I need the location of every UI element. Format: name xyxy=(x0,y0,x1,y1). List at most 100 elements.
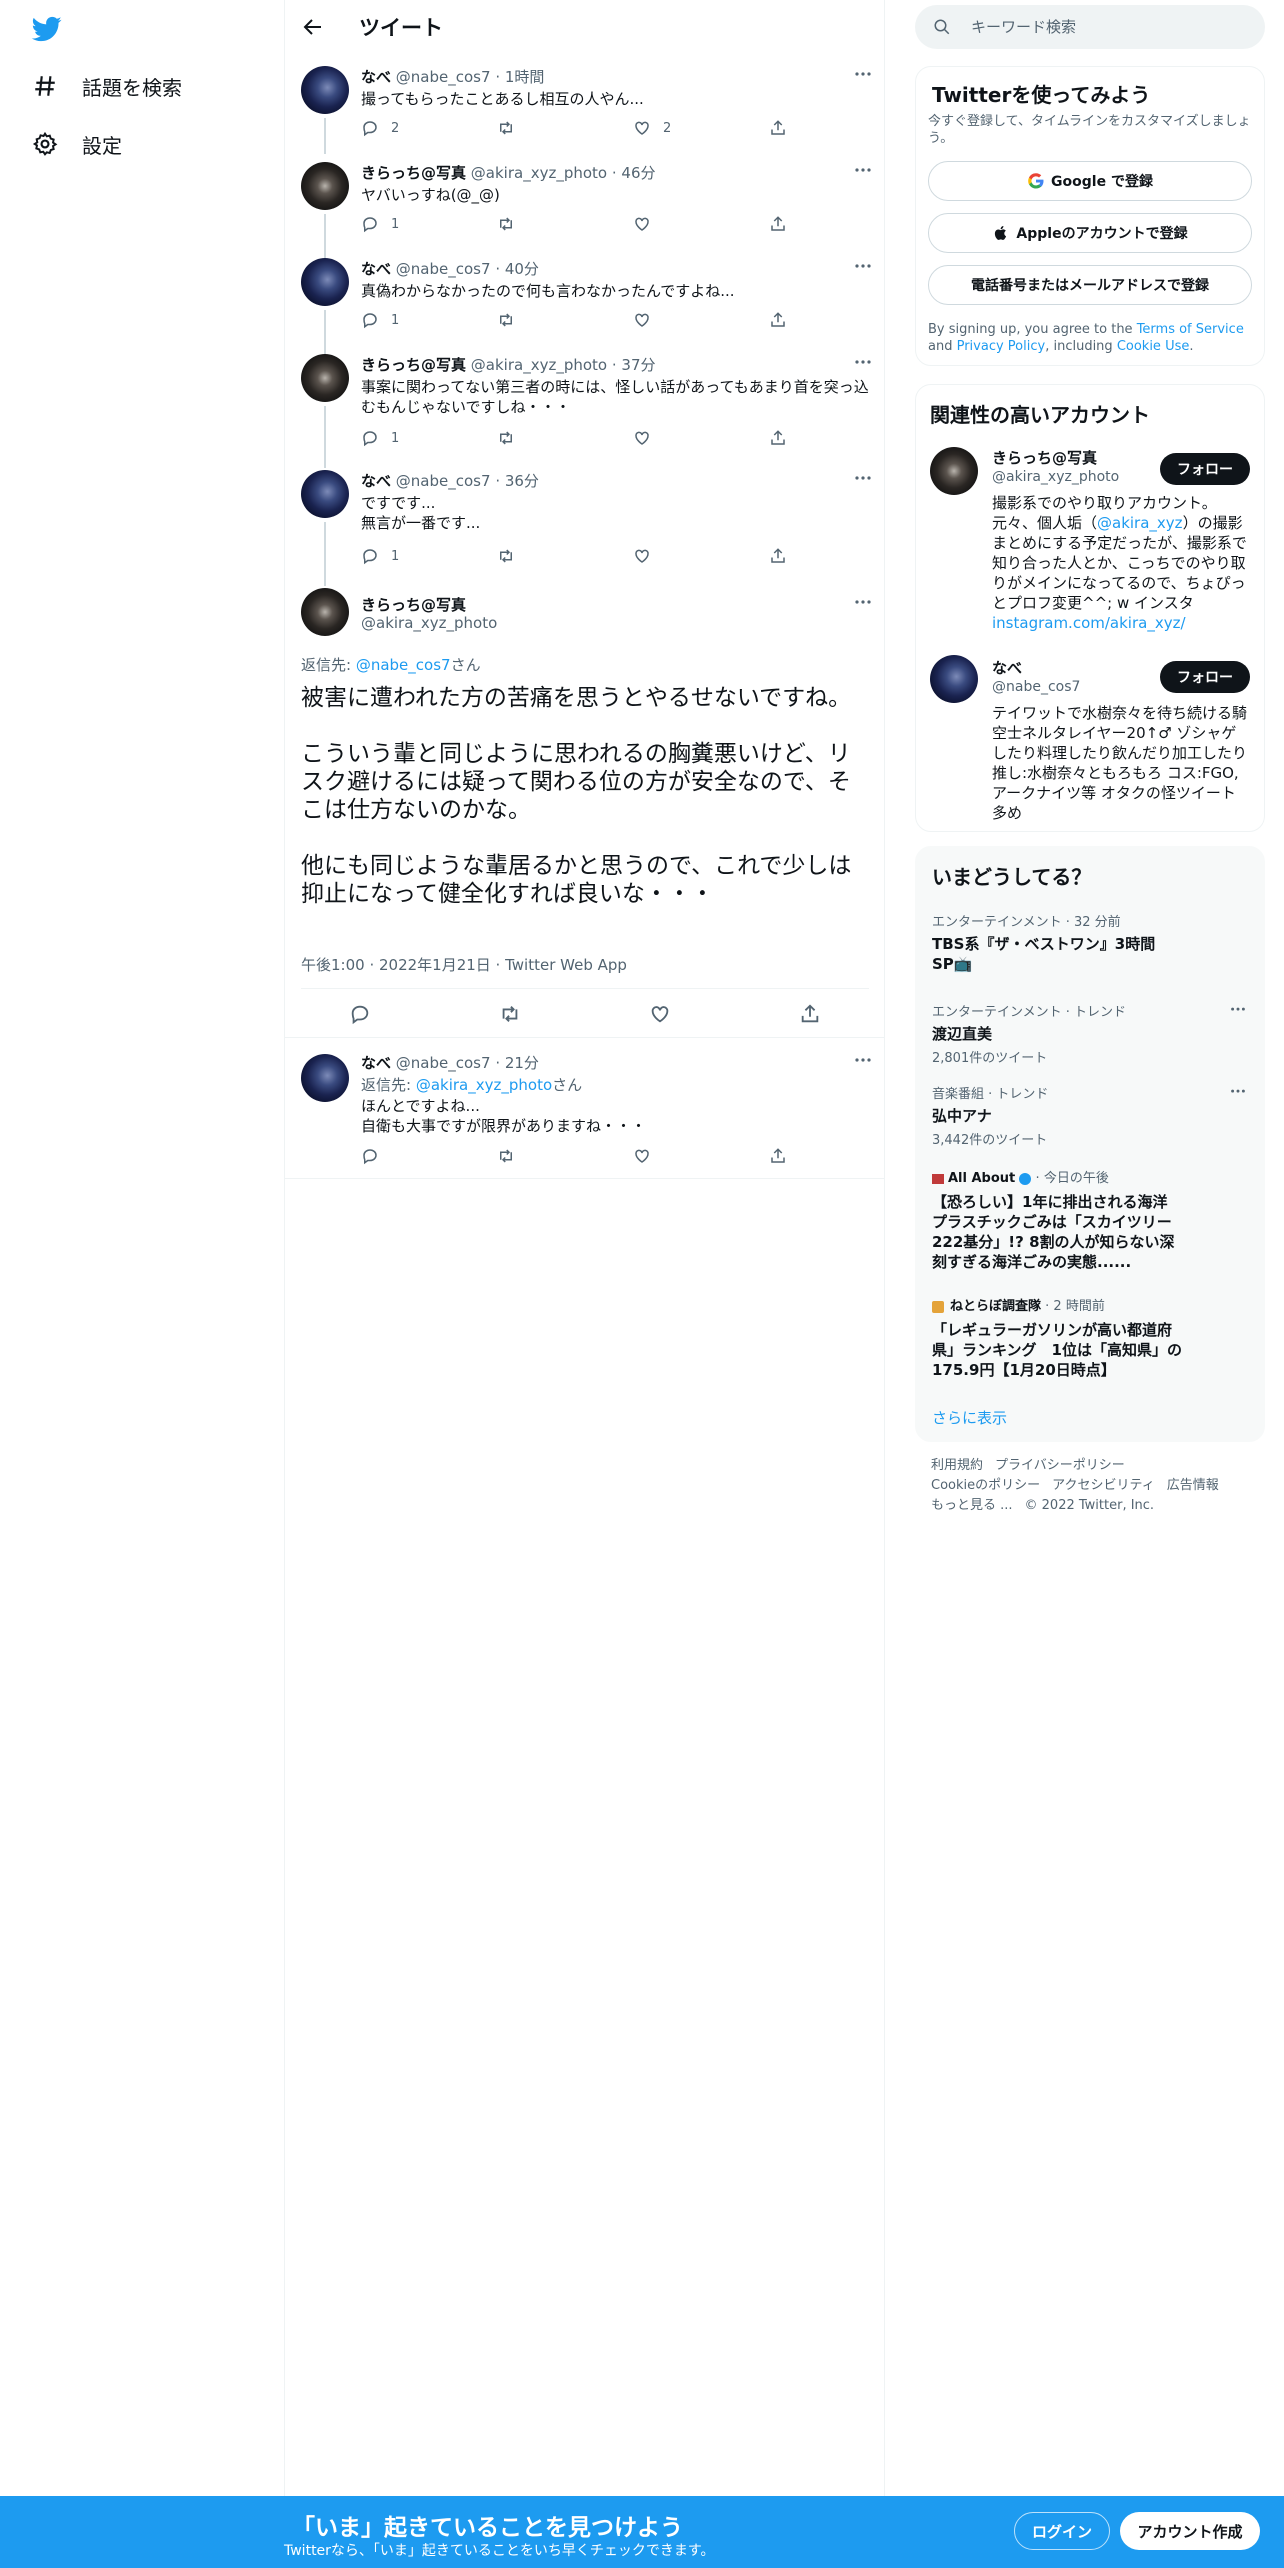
arrow-left-icon[interactable] xyxy=(301,15,325,39)
account-handle[interactable]: @nabe_cos7 xyxy=(992,679,1080,695)
share-button[interactable] xyxy=(769,546,791,566)
reply-icon[interactable] xyxy=(349,1003,371,1025)
user-handle[interactable]: @akira_xyz_photo xyxy=(361,614,497,632)
avatar[interactable] xyxy=(930,655,978,703)
like-button[interactable] xyxy=(633,214,769,234)
more-icon[interactable] xyxy=(853,256,873,276)
phone-email-signup-button[interactable]: 電話番号またはメールアドレスで登録 xyxy=(928,265,1252,305)
heart-icon[interactable] xyxy=(649,1003,671,1025)
retweet-button[interactable] xyxy=(497,214,633,234)
share-button[interactable] xyxy=(769,310,791,330)
tweet[interactable]: なべ @nabe_cos7 · 36分 ですです... 無言が一番です... 1 xyxy=(285,466,885,574)
account-name[interactable]: きらっち@写真 xyxy=(992,447,1097,468)
nav-item-settings[interactable]: 設定 xyxy=(32,124,122,164)
tweet-time[interactable]: · 40分 xyxy=(495,260,539,278)
footer-link-cookie[interactable]: Cookieのポリシー xyxy=(931,1478,1040,1493)
avatar[interactable] xyxy=(301,354,349,402)
share-button[interactable] xyxy=(769,118,791,138)
user-handle[interactable]: @nabe_cos7 xyxy=(396,68,491,86)
share-icon[interactable] xyxy=(799,1003,821,1025)
search-box[interactable] xyxy=(915,5,1265,49)
tweet-time[interactable]: · 1時間 xyxy=(495,68,544,86)
user-name[interactable]: なべ xyxy=(361,260,391,278)
reply-button[interactable]: 1 xyxy=(361,310,497,330)
login-button[interactable]: ログイン xyxy=(1014,2512,1110,2550)
signup-button[interactable]: アカウント作成 xyxy=(1120,2512,1260,2550)
share-button[interactable] xyxy=(769,1146,791,1166)
privacy-link[interactable]: Privacy Policy xyxy=(957,339,1046,354)
tweet[interactable]: きらっち@写真 @akira_xyz_photo · 46分 ヤバいっすね(@_… xyxy=(285,158,885,246)
twitter-bird-icon[interactable] xyxy=(30,14,64,44)
avatar[interactable] xyxy=(301,1054,349,1102)
bio-url-link[interactable]: instagram.com/akira_xyz/ xyxy=(992,614,1186,632)
more-icon[interactable] xyxy=(1228,1083,1248,1101)
more-icon[interactable] xyxy=(853,160,873,180)
tweet-time[interactable]: · 37分 xyxy=(612,356,656,374)
avatar[interactable] xyxy=(301,470,349,518)
like-button[interactable]: 2 xyxy=(633,118,769,138)
trend-item[interactable]: エンターテインメント · トレンド 渡辺直美 2,801件のツイート xyxy=(932,1001,1248,1066)
share-button[interactable] xyxy=(769,214,791,234)
google-signup-button[interactable]: Google で登録 xyxy=(928,161,1252,201)
user-name[interactable]: なべ xyxy=(361,68,391,86)
reply-button[interactable]: 1 xyxy=(361,428,497,448)
tweet-timestamp[interactable]: 午後1:00 · 2022年1月21日 · Twitter Web App xyxy=(301,954,627,975)
footer-link-accessibility[interactable]: アクセシビリティ xyxy=(1052,1478,1155,1493)
user-name[interactable]: きらっち@写真 xyxy=(361,356,466,374)
follow-button[interactable]: フォロー xyxy=(1160,453,1250,485)
like-button[interactable] xyxy=(633,546,769,566)
apple-signup-button[interactable]: Appleのアカウントで登録 xyxy=(928,213,1252,253)
retweet-button[interactable] xyxy=(497,428,633,448)
more-icon[interactable] xyxy=(1228,1001,1248,1019)
reply-button[interactable] xyxy=(361,1146,497,1166)
more-icon[interactable] xyxy=(853,592,873,612)
reply-to-link[interactable]: @akira_xyz_photo xyxy=(416,1076,552,1094)
cookie-link[interactable]: Cookie Use xyxy=(1117,339,1190,354)
reply-button[interactable]: 1 xyxy=(361,214,497,234)
tweet-time[interactable]: · 46分 xyxy=(612,164,656,182)
follow-button[interactable]: フォロー xyxy=(1160,661,1250,693)
tweet-time[interactable]: · 21分 xyxy=(495,1054,539,1072)
user-name[interactable]: きらっち@写真 xyxy=(361,594,466,615)
avatar[interactable] xyxy=(930,447,978,495)
avatar[interactable] xyxy=(301,588,349,636)
tweet[interactable]: なべ @nabe_cos7 · 1時間 撮ってもらったことあるし相互の人やん..… xyxy=(285,62,885,150)
reply-button[interactable]: 2 xyxy=(361,118,497,138)
user-handle[interactable]: @nabe_cos7 xyxy=(396,1054,491,1072)
retweet-button[interactable] xyxy=(497,118,633,138)
retweet-button[interactable] xyxy=(497,546,633,566)
account-name[interactable]: なべ xyxy=(992,657,1022,678)
search-input[interactable] xyxy=(971,18,1231,36)
more-icon[interactable] xyxy=(853,64,873,84)
footer-link-terms[interactable]: 利用規約 xyxy=(931,1458,983,1473)
user-name[interactable]: きらっち@写真 xyxy=(361,164,466,182)
tweet-time[interactable]: · 36分 xyxy=(495,472,539,490)
nav-item-explore[interactable]: 話題を検索 xyxy=(32,66,182,106)
retweet-button[interactable] xyxy=(497,1146,633,1166)
tweet[interactable]: なべ @nabe_cos7 · 40分 真偽わからなかったので何も言わなかったん… xyxy=(285,254,885,342)
user-handle[interactable]: @nabe_cos7 xyxy=(396,472,491,490)
trend-item[interactable]: エンターテインメント · 32 分前 TBS系『ザ・ベストワン』3時間SP📺 xyxy=(932,911,1248,974)
trend-item[interactable]: 音楽番組 · トレンド 弘中アナ 3,442件のツイート xyxy=(932,1083,1248,1148)
terms-link[interactable]: Terms of Service xyxy=(1137,322,1244,337)
avatar[interactable] xyxy=(301,66,349,114)
tweet[interactable]: なべ @nabe_cos7 · 21分 返信先: @akira_xyz_phot… xyxy=(285,1046,885,1179)
show-more-link[interactable]: さらに表示 xyxy=(932,1407,1007,1428)
account-handle[interactable]: @akira_xyz_photo xyxy=(992,469,1119,485)
like-button[interactable] xyxy=(633,428,769,448)
more-icon[interactable] xyxy=(853,1050,873,1070)
footer-link-privacy[interactable]: プライバシーポリシー xyxy=(995,1458,1125,1473)
footer-link-more[interactable]: もっと見る ... xyxy=(931,1498,1013,1513)
like-button[interactable] xyxy=(633,1146,769,1166)
retweet-button[interactable] xyxy=(497,310,633,330)
bio-mention-link[interactable]: @akira_xyz xyxy=(1097,514,1183,532)
avatar[interactable] xyxy=(301,258,349,306)
more-icon[interactable] xyxy=(853,468,873,488)
user-handle[interactable]: @akira_xyz_photo xyxy=(471,356,607,374)
user-name[interactable]: なべ xyxy=(361,1054,391,1072)
reply-button[interactable]: 1 xyxy=(361,546,497,566)
like-button[interactable] xyxy=(633,310,769,330)
reply-to-link[interactable]: @nabe_cos7 xyxy=(356,656,451,674)
news-item[interactable]: ねとらぼ調査隊 · 2 時間前 「レギュラーガソリンが高い都道府県」ランキング … xyxy=(932,1295,1248,1380)
user-handle[interactable]: @nabe_cos7 xyxy=(396,260,491,278)
